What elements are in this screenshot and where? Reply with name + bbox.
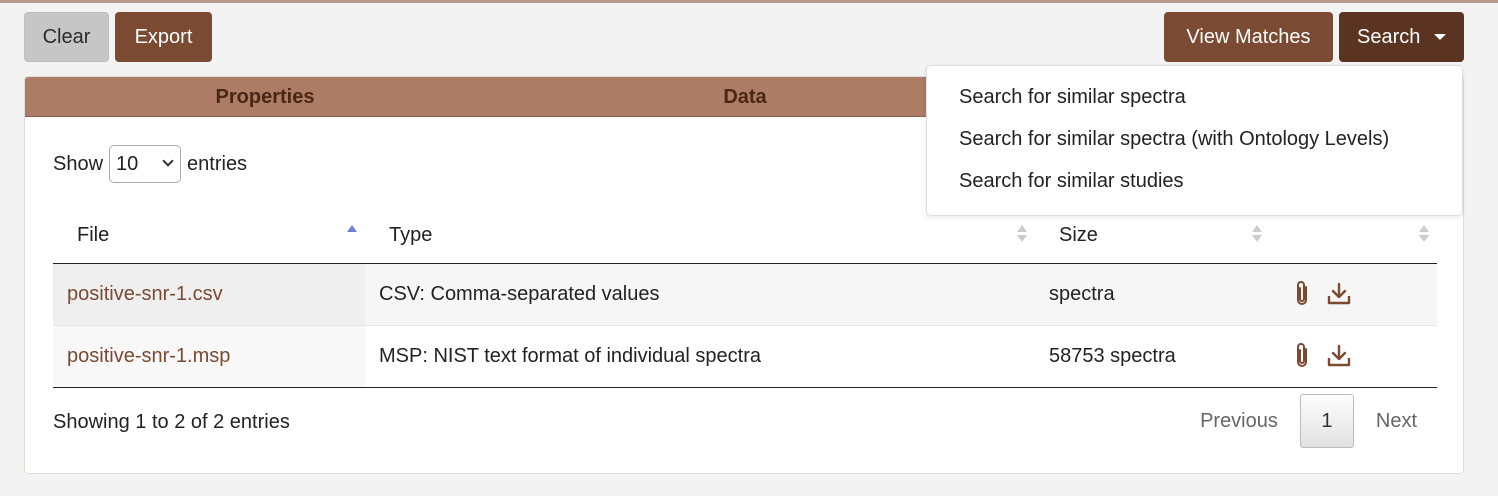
actions-cell: [1270, 324, 1437, 388]
column-header-file[interactable]: File: [53, 209, 365, 264]
file-cell: positive-snr-1.csv: [53, 263, 365, 325]
column-header-type[interactable]: Type: [365, 209, 1035, 264]
actions-cell: [1270, 263, 1437, 325]
type-cell: MSP: NIST text format of individual spec…: [365, 324, 1035, 388]
file-link[interactable]: positive-snr-1.msp: [67, 345, 230, 367]
column-header-label: Type: [389, 224, 433, 247]
entries-length-control: Show 10 entries: [53, 145, 247, 183]
column-header-label: File: [77, 224, 110, 247]
search-dropdown-menu: Search for similar spectra Search for si…: [926, 65, 1463, 216]
chevron-down-icon: [162, 155, 174, 167]
size-cell: 58753 spectra: [1035, 324, 1270, 388]
menu-item-similar-studies[interactable]: Search for similar studies: [927, 160, 1462, 202]
column-header-actions[interactable]: [1270, 209, 1437, 264]
entries-label: entries: [187, 152, 248, 175]
clear-button[interactable]: Clear: [24, 12, 109, 62]
previous-page-button[interactable]: Previous: [1178, 394, 1300, 448]
tab-data[interactable]: Data: [505, 77, 985, 117]
paperclip-icon[interactable]: [1292, 341, 1312, 371]
entries-select-value: 10: [116, 152, 139, 175]
entries-select[interactable]: 10: [109, 145, 182, 183]
view-matches-button[interactable]: View Matches: [1164, 12, 1333, 62]
export-button[interactable]: Export: [115, 12, 212, 62]
table-row: positive-snr-1.csv CSV: Comma-separated …: [53, 263, 1437, 325]
files-table: File Type Size positive-snr-1.csv CSV: C…: [53, 209, 1437, 388]
search-dropdown-button[interactable]: Search: [1339, 12, 1464, 62]
tab-properties[interactable]: Properties: [25, 77, 505, 117]
caret-down-icon: [1434, 34, 1447, 40]
column-header-size[interactable]: Size: [1035, 209, 1270, 264]
table-header-row: File Type Size: [53, 209, 1437, 264]
search-button-label: Search: [1357, 25, 1421, 48]
pagination: Previous 1 Next: [1178, 394, 1439, 448]
paperclip-icon[interactable]: [1292, 279, 1312, 309]
menu-item-similar-spectra-ontology[interactable]: Search for similar spectra (with Ontolog…: [927, 118, 1462, 160]
type-cell: CSV: Comma-separated values: [365, 263, 1035, 325]
table-info: Showing 1 to 2 of 2 entries: [53, 411, 290, 433]
download-icon[interactable]: [1326, 281, 1352, 307]
column-header-label: Size: [1059, 224, 1098, 247]
download-icon[interactable]: [1326, 343, 1352, 369]
sort-icon: [1252, 225, 1262, 242]
show-label: Show: [53, 152, 104, 175]
current-page-button[interactable]: 1: [1299, 394, 1354, 448]
file-cell: positive-snr-1.msp: [53, 324, 365, 388]
file-link[interactable]: positive-snr-1.csv: [67, 283, 223, 305]
next-page-button[interactable]: Next: [1354, 394, 1439, 448]
menu-item-similar-spectra[interactable]: Search for similar spectra: [927, 76, 1462, 118]
size-cell: spectra: [1035, 263, 1270, 325]
sort-ascending-icon: [347, 225, 357, 242]
table-row: positive-snr-1.msp MSP: NIST text format…: [53, 324, 1437, 388]
sort-icon: [1017, 225, 1027, 242]
sort-icon: [1419, 225, 1429, 242]
